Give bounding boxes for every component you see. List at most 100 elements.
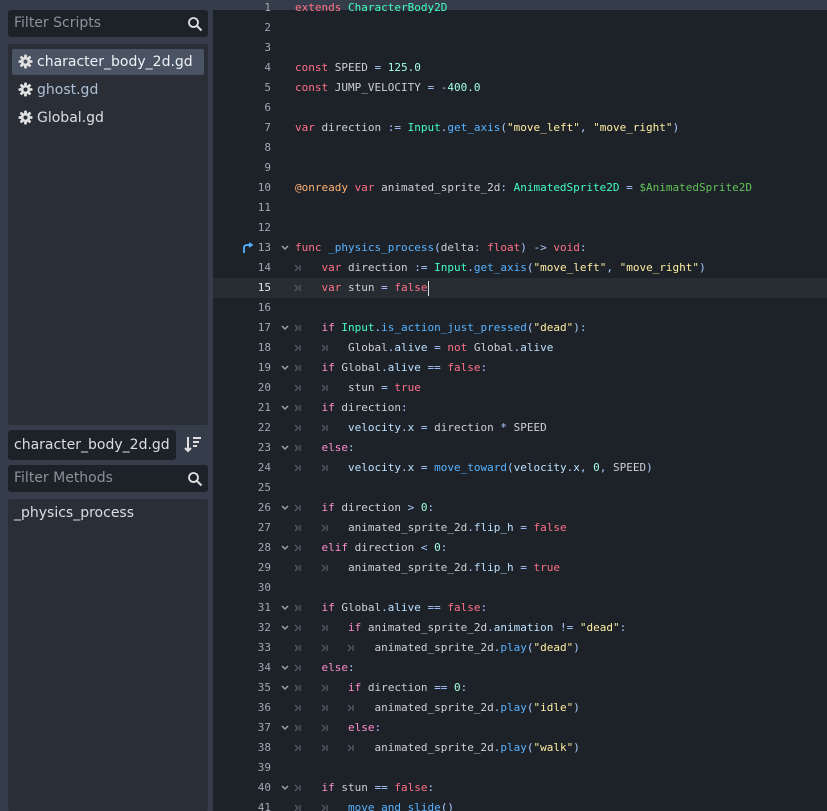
search-icon [188,17,203,32]
code-line[interactable]: 27 animated_sprite_2d.flip_h = false [213,518,827,538]
code-line[interactable]: 11 [213,198,827,218]
code-line[interactable]: 3 [213,38,827,58]
code-line[interactable]: 38 animated_sprite_2d.play("walk") [213,738,827,758]
line-number: 9 [264,161,271,174]
code-line[interactable]: 14 var direction := Input.get_axis("move_… [213,258,827,278]
code-line[interactable]: 19 if Global.alive == false: [213,358,827,378]
code-line[interactable]: 22 velocity.x = direction * SPEED [213,418,827,438]
code-text: animated_sprite_2d.flip_h = true [348,561,560,574]
fold-chevron-icon[interactable] [279,498,291,518]
method-item-physics-process[interactable]: _physics_process [14,505,134,521]
script-item-character-body-2d[interactable]: character_body_2d.gd [12,49,204,75]
line-number: 40 [257,781,271,794]
method-list: _physics_process [8,499,208,811]
code-line[interactable]: 2 [213,18,827,38]
script-item-global[interactable]: Global.gd [12,105,204,131]
line-number: 4 [264,61,271,74]
fold-chevron-icon[interactable] [279,658,291,678]
filter-scripts-input[interactable]: Filter Scripts [8,10,208,37]
code-text: animated_sprite_2d.flip_h = false [348,521,567,534]
tab-indent-icon [321,424,328,432]
code-line[interactable]: 5 const JUMP_VELOCITY = -400.0 [213,78,827,98]
override-arrow-icon[interactable] [242,242,254,254]
line-number: 19 [257,361,271,374]
tab-indent-icon [294,664,301,672]
code-line[interactable]: 30 [213,578,827,598]
code-line[interactable]: 32 if animated_sprite_2d.animation != "de… [213,618,827,638]
fold-chevron-icon[interactable] [279,778,291,798]
code-line[interactable]: 15 var stun = false [213,278,827,298]
code-text: if stun == false: [321,781,435,794]
code-line[interactable]: 4 const SPEED = 125.0 [213,58,827,78]
code-line[interactable]: 17 if Input.is_action_just_pressed("dead"… [213,318,827,338]
tab-indent-icon [294,324,301,332]
fold-chevron-icon[interactable] [279,618,291,638]
fold-chevron-icon[interactable] [279,358,291,378]
fold-chevron-icon[interactable] [279,598,291,618]
line-number: 39 [257,761,271,774]
tab-indent-icon [321,384,328,392]
tab-indent-icon [321,744,328,752]
code-line[interactable]: 26 if direction > 0: [213,498,827,518]
code-line[interactable]: 40 if stun == false: [213,778,827,798]
tab-indent-icon [294,644,301,652]
code-line[interactable]: 34 else: [213,658,827,678]
code-line[interactable]: 10 @onready var animated_sprite_2d: Anima… [213,178,827,198]
code-line[interactable]: 33 animated_sprite_2d.play("dead") [213,638,827,658]
sort-methods-button[interactable] [179,430,207,458]
code-line[interactable]: 20 stun = true [213,378,827,398]
script-item-ghost[interactable]: ghost.gd [12,77,204,103]
code-text: else: [321,661,355,674]
line-number: 37 [257,721,271,734]
code-line[interactable]: 29 animated_sprite_2d.flip_h = true [213,558,827,578]
current-script-label: character_body_2d.gd [14,437,170,453]
tab-indent-icon [321,704,328,712]
code-line[interactable]: 7 var direction := Input.get_axis("move_l… [213,118,827,138]
code-line[interactable]: 24 velocity.x = move_toward(velocity.x, 0… [213,458,827,478]
line-number: 31 [257,601,271,614]
fold-chevron-icon[interactable] [279,718,291,738]
code-line[interactable]: 13 func _physics_process(delta: float) ->… [213,238,827,258]
code-line[interactable]: 18 Global.alive = not Global.alive [213,338,827,358]
fold-chevron-icon[interactable] [279,678,291,698]
code-line[interactable]: 16 [213,298,827,318]
fold-chevron-icon[interactable] [279,238,291,258]
fold-chevron-icon[interactable] [279,318,291,338]
line-number: 15 [257,281,271,294]
code-line[interactable]: 31 if Global.alive == false: [213,598,827,618]
line-number: 3 [264,41,271,54]
line-number: 32 [257,621,271,634]
code-text: velocity.x = move_toward(velocity.x, 0, … [348,461,653,474]
code-text: if direction > 0: [321,501,435,514]
code-line[interactable]: 36 animated_sprite_2d.play("idle") [213,698,827,718]
code-line[interactable]: 37 else: [213,718,827,738]
fold-chevron-icon[interactable] [279,538,291,558]
code-text: else: [348,721,382,734]
code-line[interactable]: 8 [213,138,827,158]
code-text: velocity.x = direction * SPEED [348,421,547,434]
line-number: 10 [257,181,271,194]
line-number: 6 [264,101,271,114]
code-line[interactable]: 12 [213,218,827,238]
code-text: animated_sprite_2d.play("dead") [374,641,580,654]
code-line[interactable]: 21 if direction: [213,398,827,418]
fold-chevron-icon[interactable] [279,398,291,418]
line-number: 7 [264,121,271,134]
code-line[interactable]: 9 [213,158,827,178]
code-line[interactable]: 41 move_and_slide() [213,798,827,811]
code-line[interactable]: 1 extends CharacterBody2D [213,0,827,18]
code-line[interactable]: 28 elif direction < 0: [213,538,827,558]
code-line[interactable]: 6 [213,98,827,118]
code-line[interactable]: 23 else: [213,438,827,458]
code-text: @onready var animated_sprite_2d: Animate… [295,181,753,194]
fold-chevron-icon[interactable] [279,438,291,458]
code-line[interactable]: 35 if direction == 0: [213,678,827,698]
code-line[interactable]: 39 [213,758,827,778]
tab-indent-icon [294,464,301,472]
line-number: 16 [257,301,271,314]
code-editor[interactable]: 1 extends CharacterBody2D 2 3 4 const SPEED =… [213,0,827,811]
filter-methods-input[interactable]: Filter Methods [8,465,208,492]
tab-indent-icon [294,384,301,392]
code-line[interactable]: 25 [213,478,827,498]
search-icon [188,472,203,487]
